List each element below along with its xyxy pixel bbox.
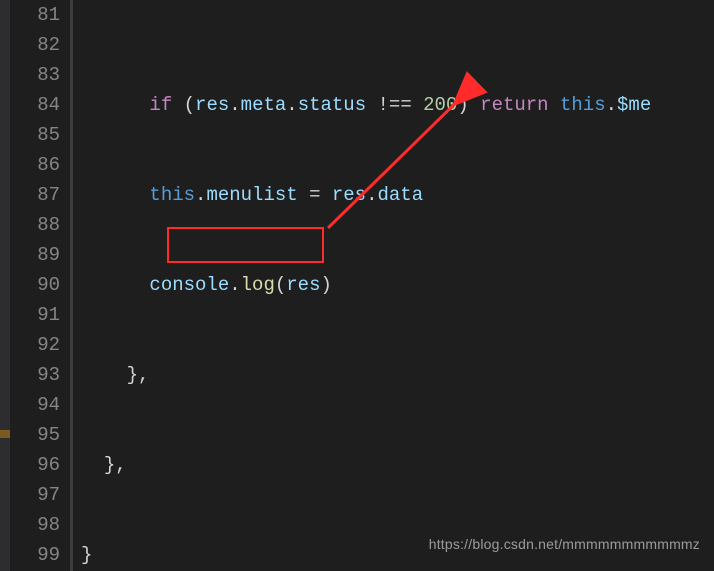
line-number: 90 bbox=[10, 270, 60, 300]
ident: status bbox=[298, 94, 366, 116]
brace: } bbox=[81, 544, 92, 566]
code-editor[interactable]: 81 82 83 84 85 86 87 88 89 90 91 92 93 9… bbox=[0, 0, 714, 571]
line-number: 89 bbox=[10, 240, 60, 270]
brace: }, bbox=[127, 364, 150, 386]
line-number: 83 bbox=[10, 60, 60, 90]
watermark-text: https://blog.csdn.net/mmmmmmmmmmmz bbox=[429, 529, 700, 559]
line-number: 85 bbox=[10, 120, 60, 150]
glyph-margin bbox=[0, 0, 10, 571]
code-line[interactable]: }, bbox=[81, 360, 714, 390]
line-number: 99 bbox=[10, 540, 60, 570]
code-line[interactable]: if (res.meta.status !== 200) return this… bbox=[81, 90, 714, 120]
code-area[interactable]: if (res.meta.status !== 200) return this… bbox=[73, 0, 714, 571]
line-number: 82 bbox=[10, 30, 60, 60]
keyword: this bbox=[149, 184, 195, 206]
keyword: return bbox=[480, 94, 548, 116]
operator: !== bbox=[378, 94, 412, 116]
ident: meta bbox=[241, 94, 287, 116]
brace: }, bbox=[104, 454, 127, 476]
glyph-marker bbox=[0, 430, 10, 438]
line-number: 88 bbox=[10, 210, 60, 240]
ident: res bbox=[332, 184, 366, 206]
number: 200 bbox=[423, 94, 457, 116]
ident: $me bbox=[617, 94, 651, 116]
code-line[interactable]: console.log(res) bbox=[81, 270, 714, 300]
line-number: 81 bbox=[10, 0, 60, 30]
code-line[interactable]: }, bbox=[81, 450, 714, 480]
line-number: 94 bbox=[10, 390, 60, 420]
line-number: 97 bbox=[10, 480, 60, 510]
line-number: 87 bbox=[10, 180, 60, 210]
func: log bbox=[241, 274, 275, 296]
ident: res bbox=[195, 94, 229, 116]
code-line[interactable]: this.menulist = res.data bbox=[81, 180, 714, 210]
ident: menulist bbox=[206, 184, 297, 206]
ident: data bbox=[378, 184, 424, 206]
line-number: 91 bbox=[10, 300, 60, 330]
line-number: 96 bbox=[10, 450, 60, 480]
line-number: 86 bbox=[10, 150, 60, 180]
paren: ( bbox=[184, 94, 195, 116]
annotation-highlight-box bbox=[167, 227, 324, 263]
keyword: this bbox=[560, 94, 606, 116]
line-number: 84 bbox=[10, 90, 60, 120]
line-number: 98 bbox=[10, 510, 60, 540]
ident: res bbox=[286, 274, 320, 296]
keyword: if bbox=[149, 94, 172, 116]
operator: = bbox=[309, 184, 320, 206]
line-number-gutter: 81 82 83 84 85 86 87 88 89 90 91 92 93 9… bbox=[10, 0, 70, 571]
ident: console bbox=[149, 274, 229, 296]
line-number: 93 bbox=[10, 360, 60, 390]
line-number: 92 bbox=[10, 330, 60, 360]
line-number: 95 bbox=[10, 420, 60, 450]
